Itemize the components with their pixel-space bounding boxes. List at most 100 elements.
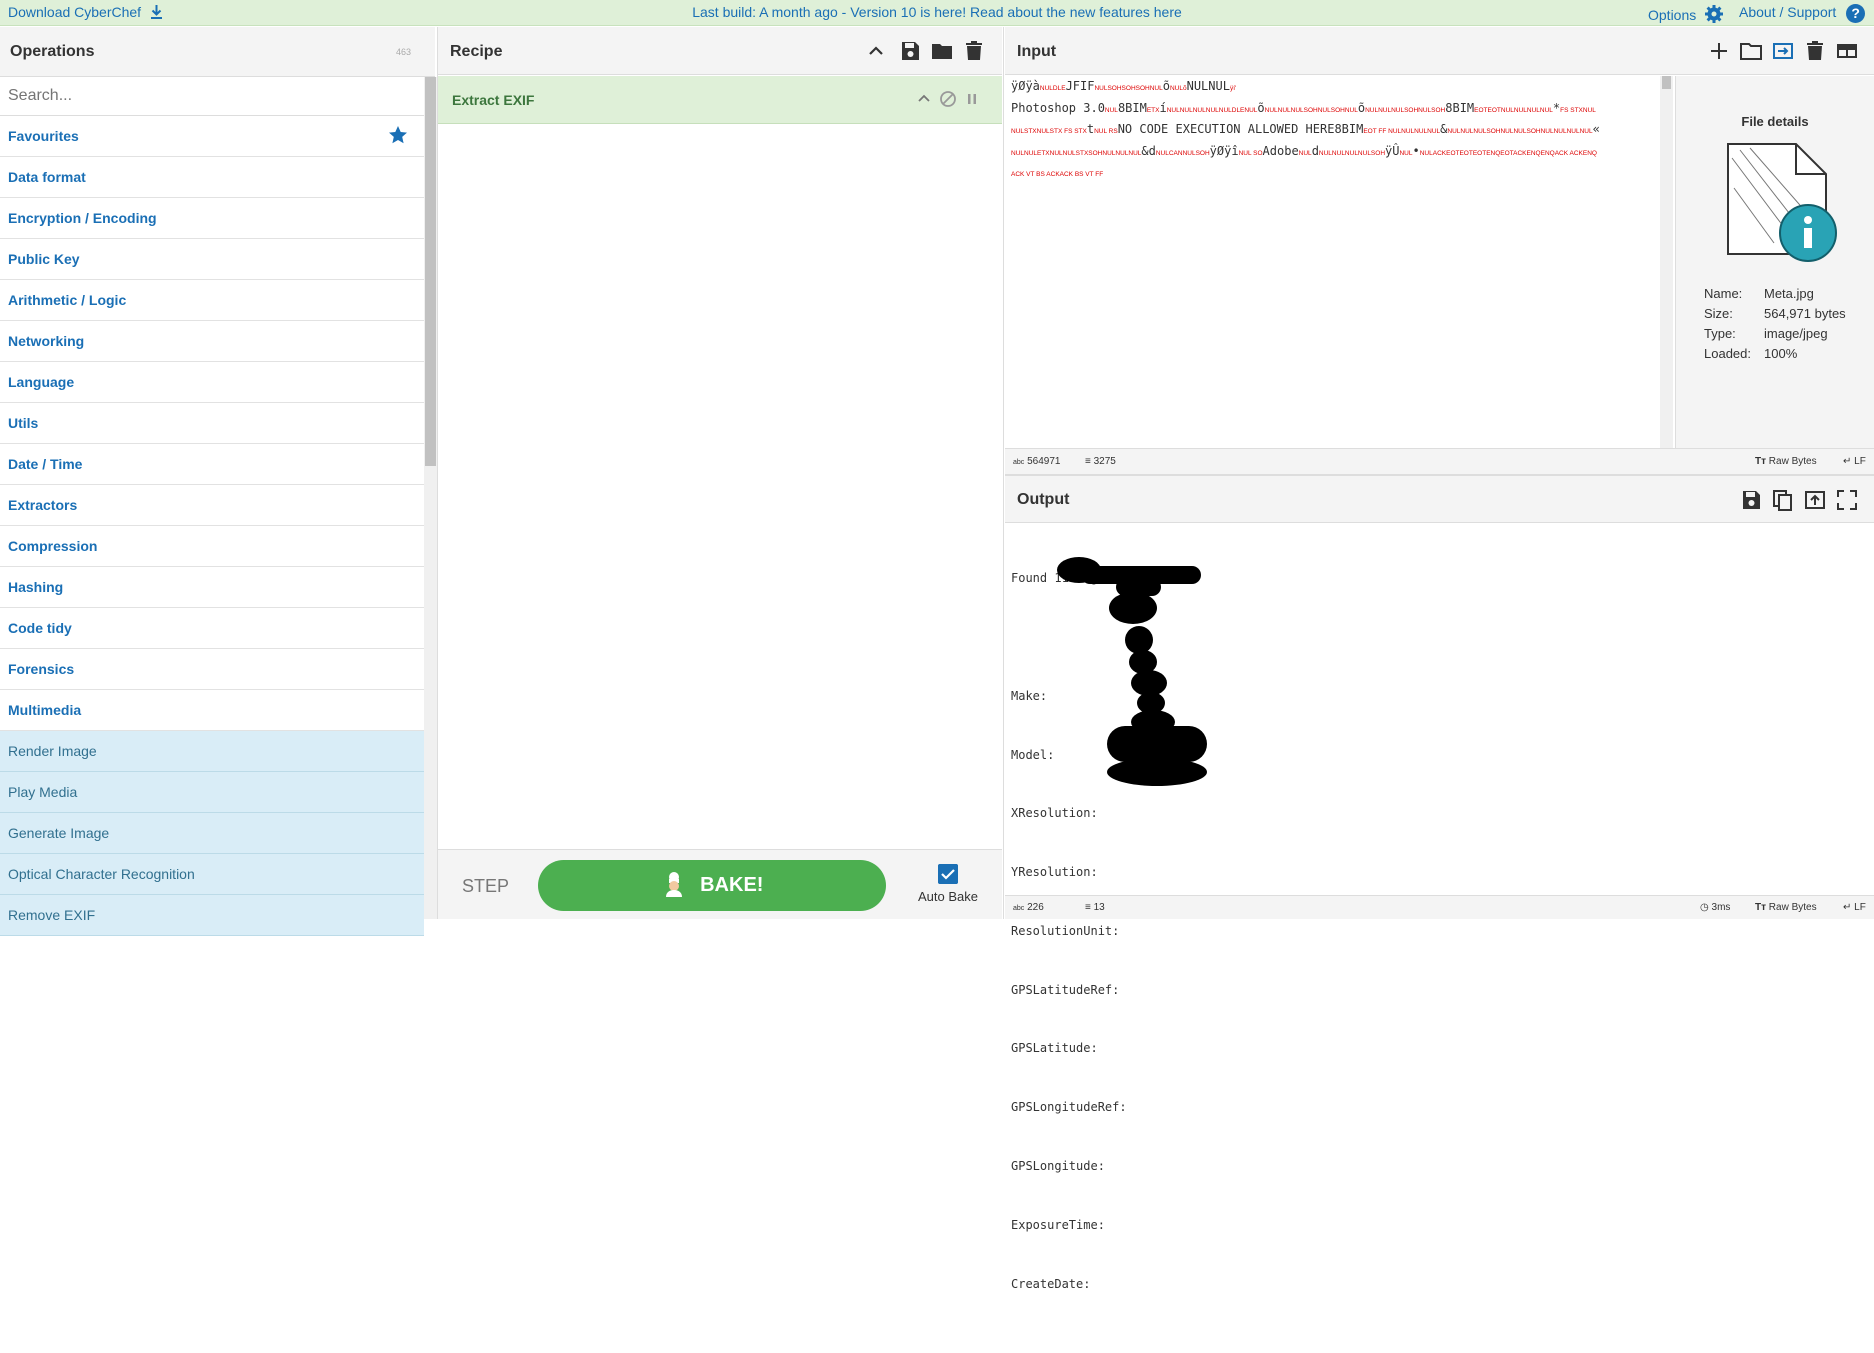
text-token: JFIF: [1065, 79, 1095, 93]
category-forensics[interactable]: Forensics: [0, 649, 424, 690]
text-token: t: [1086, 122, 1095, 136]
operation-play-media[interactable]: Play Media: [0, 772, 424, 813]
save-icon[interactable]: [898, 39, 922, 63]
name-label: Name:: [1704, 286, 1743, 301]
input-eol[interactable]: ↵ LF: [1843, 456, 1866, 467]
operation-generate-image[interactable]: Generate Image: [0, 813, 424, 854]
category-data-format[interactable]: Data format: [0, 157, 424, 198]
bake-time: ◷ 3ms: [1700, 902, 1731, 913]
gear-icon: [1705, 5, 1724, 23]
input-scrollbar[interactable]: [1660, 76, 1673, 448]
chevron-up-icon[interactable]: [864, 39, 888, 63]
operation-ocr[interactable]: Optical Character Recognition: [0, 854, 424, 895]
text-token: Adobe: [1262, 143, 1299, 158]
text-token: í: [1159, 100, 1167, 115]
category-networking[interactable]: Networking: [0, 321, 424, 362]
operation-remove-exif[interactable]: Remove EXIF: [0, 895, 424, 936]
file-type: image/jpeg: [1764, 326, 1828, 341]
control-char-token: NULDLE: [1039, 85, 1066, 92]
chevron-up-icon[interactable]: [914, 89, 934, 109]
output-encoding[interactable]: Tт Raw Bytes: [1755, 902, 1817, 913]
open-folder-icon[interactable]: [1739, 39, 1763, 63]
category-hashing[interactable]: Hashing: [0, 567, 424, 608]
options-button[interactable]: Options: [1648, 4, 1724, 24]
input-line: NULSTXNULSTX FS STXtNUL RSNO CODE EXECUT…: [1011, 120, 1659, 142]
file-info-icon: [1727, 143, 1837, 262]
category-code-tidy[interactable]: Code tidy: [0, 608, 424, 649]
control-char-token: NULNULNULNULSOH: [1318, 149, 1386, 157]
options-label: Options: [1648, 7, 1697, 23]
panel-divider[interactable]: [1003, 27, 1004, 919]
category-extractors[interactable]: Extractors: [0, 485, 424, 526]
layout-icon[interactable]: [1835, 39, 1859, 63]
recipe-step-extract-exif[interactable]: Extract EXIF: [438, 76, 1002, 124]
category-favourites[interactable]: Favourites: [0, 116, 424, 157]
control-char-token: NULSTXNULSTX FS STX: [1011, 128, 1087, 135]
scrollbar-thumb[interactable]: [425, 77, 436, 466]
input-lines: ≡ 3275: [1085, 456, 1116, 467]
control-char-token: NUL SO: [1238, 149, 1263, 157]
control-char-token: EOTEOTNULNULNULNUL: [1474, 106, 1553, 114]
recipe-panel: Recipe Extract EXIF STEP BAKE! Auto Bake: [438, 27, 1002, 919]
category-label: Favourites: [8, 128, 79, 144]
output-text-area[interactable]: Found 11 tags. Make: Model: XResolution:…: [1011, 530, 1851, 1291]
exif-tag: GPSLongitudeRef:: [1011, 1100, 1127, 1115]
trash-icon[interactable]: [1803, 39, 1827, 63]
operation-render-image[interactable]: Render Image: [0, 731, 424, 772]
category-utils[interactable]: Utils: [0, 403, 424, 444]
loaded-label: Loaded:: [1704, 346, 1751, 361]
scrollbar-thumb[interactable]: [1662, 76, 1671, 89]
checkbox-checked-icon[interactable]: [938, 864, 958, 884]
type-label: Type:: [1704, 326, 1736, 341]
replace-input-icon[interactable]: [1803, 488, 1827, 512]
exif-tag: GPSLatitudeRef:: [1011, 982, 1120, 997]
category-date-time[interactable]: Date / Time: [0, 444, 424, 485]
category-arithmetic-logic[interactable]: Arithmetic / Logic: [0, 280, 424, 321]
control-char-token: EOT FF NULNULNULNUL: [1363, 128, 1441, 135]
operations-scrollbar[interactable]: [424, 77, 437, 919]
folder-icon[interactable]: [930, 39, 954, 63]
text-token: &d: [1141, 143, 1156, 158]
control-char-token: NUL: [1399, 149, 1413, 157]
category-compression[interactable]: Compression: [0, 526, 424, 567]
category-encryption-encoding[interactable]: Encryption / Encoding: [0, 198, 424, 239]
input-line: NULNULETXNULNULSTXSOHNULNULNUL&dNULCANNU…: [1011, 142, 1659, 164]
trash-icon[interactable]: [962, 39, 986, 63]
control-char-token: ETX: [1146, 106, 1160, 114]
pause-icon[interactable]: [962, 89, 982, 109]
step-button[interactable]: STEP: [462, 876, 509, 897]
input-header: Input: [1005, 27, 1874, 75]
bake-button[interactable]: BAKE!: [538, 860, 886, 911]
category-public-key[interactable]: Public Key: [0, 239, 424, 280]
input-encoding[interactable]: Tт Raw Bytes: [1755, 456, 1817, 467]
save-icon[interactable]: [1739, 488, 1763, 512]
add-tab-icon[interactable]: [1707, 39, 1731, 63]
output-eol[interactable]: ↵ LF: [1843, 902, 1866, 913]
text-token: ÿØÿà: [1011, 79, 1040, 93]
text-token: õ: [1162, 79, 1170, 93]
text-token: ÿÛ: [1385, 143, 1400, 158]
text-token: Photoshop 3.0: [1011, 100, 1105, 115]
category-language[interactable]: Language: [0, 362, 424, 403]
operations-category-list: Favourites Data format Encryption / Enco…: [0, 116, 424, 936]
input-panel: Input ÿØÿàNULDLEJFIFNULSOHSOHSOHNULõNULõ…: [1005, 27, 1874, 474]
operations-search-input[interactable]: [0, 77, 424, 116]
version-message-link[interactable]: Last build: A month ago - Version 10 is …: [0, 4, 1874, 20]
file-metadata: Name: Meta.jpg Size: 564,971 bytes Type: im…: [1704, 284, 1846, 364]
control-char-token: NULACKEOTEOTEOTENQEOTACKENQENQACK ACKENQ: [1419, 149, 1597, 157]
copy-icon[interactable]: [1771, 488, 1795, 512]
star-icon: [389, 126, 407, 144]
file-details-heading: File details: [1741, 114, 1809, 129]
auto-bake-label: Auto Bake: [918, 889, 978, 904]
control-char-token: NULCANNULSOH: [1155, 149, 1210, 157]
input-title: Input: [1017, 43, 1057, 60]
category-multimedia[interactable]: Multimedia: [0, 690, 424, 731]
disable-icon[interactable]: [938, 89, 958, 109]
about-support-button[interactable]: About / Support ?: [1739, 4, 1866, 23]
control-char-token: NULNULETXNULNULSTXSOHNULNULNUL: [1011, 149, 1142, 157]
auto-bake-toggle[interactable]: Auto Bake: [913, 864, 983, 906]
output-title: Output: [1017, 491, 1070, 508]
maximise-icon[interactable]: [1835, 488, 1859, 512]
input-text-area[interactable]: ÿØÿàNULDLEJFIFNULSOHSOHSOHNULõNULõNULNUL…: [1011, 77, 1659, 449]
open-file-icon[interactable]: [1771, 39, 1795, 63]
